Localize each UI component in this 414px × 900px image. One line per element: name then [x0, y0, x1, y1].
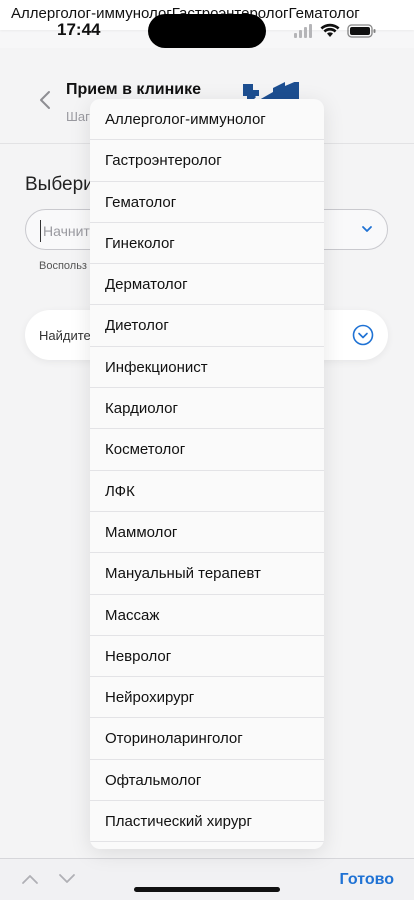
dropdown-item-plastic-surgeon[interactable]: Пластический хирург — [90, 801, 324, 843]
wifi-icon — [320, 23, 340, 37]
keyboard-accessory-bar: Готово — [0, 858, 414, 900]
chevron-circle-down-icon[interactable] — [352, 324, 374, 346]
dropdown-item-ophthalmologist[interactable]: Офтальмолог — [90, 760, 324, 802]
dropdown-item-massage[interactable]: Массаж — [90, 595, 324, 636]
dropdown-item-neurologist[interactable]: Невролог — [90, 636, 324, 678]
status-icons — [294, 23, 376, 38]
chevron-left-icon[interactable] — [38, 90, 52, 110]
chevron-down-icon[interactable] — [58, 873, 76, 885]
page-title: Прием в клинике — [66, 81, 201, 98]
home-indicator — [134, 887, 280, 892]
dropdown-item-infectionist[interactable]: Инфекционист — [90, 347, 324, 389]
status-time: 17:44 — [57, 20, 101, 39]
done-button[interactable]: Готово — [340, 871, 394, 889]
dropdown-item-cosmetologist[interactable]: Косметолог — [90, 429, 324, 471]
dropdown-item-neurosurgeon[interactable]: Нейрохирург — [90, 677, 324, 719]
find-card-label: Найдите — [39, 328, 91, 343]
dynamic-island — [148, 14, 266, 48]
dropdown-item-dietitian[interactable]: Диетолог — [90, 305, 324, 347]
dropdown-item-manual-therapist[interactable]: Мануальный терапевт — [90, 553, 324, 595]
status-bar: 17:44 — [0, 14, 414, 48]
signal-icon — [294, 24, 312, 38]
step-subtitle: Шаг — [66, 109, 90, 124]
chevron-up-icon[interactable] — [21, 873, 39, 885]
dropdown-item-physiotherapy[interactable]: ЛФК — [90, 471, 324, 512]
dropdown-item-gastroenterologist[interactable]: Гастроэнтеролог — [90, 140, 324, 182]
chevron-down-icon[interactable] — [361, 224, 373, 234]
dropdown-item-dermatologist[interactable]: Дерматолог — [90, 264, 324, 306]
dropdown-item-cardiologist[interactable]: Кардиолог — [90, 388, 324, 430]
dropdown-item-mammologist[interactable]: Маммолог — [90, 512, 324, 554]
dropdown-item-gynecologist[interactable]: Гинеколог — [90, 223, 324, 265]
specialty-dropdown[interactable]: Аллерголог-иммунолог Гастроэнтеролог Гем… — [90, 99, 324, 849]
dropdown-item-otolaryngologist[interactable]: Оториноларинголог — [90, 718, 324, 760]
hint-text: Воспольз — [39, 260, 87, 272]
battery-icon — [347, 24, 376, 38]
dropdown-item-allergologist[interactable]: Аллерголог-иммунолог — [90, 99, 324, 141]
section-title: Выбери — [25, 174, 94, 195]
dropdown-item-hematologist[interactable]: Гематолог — [90, 182, 324, 223]
